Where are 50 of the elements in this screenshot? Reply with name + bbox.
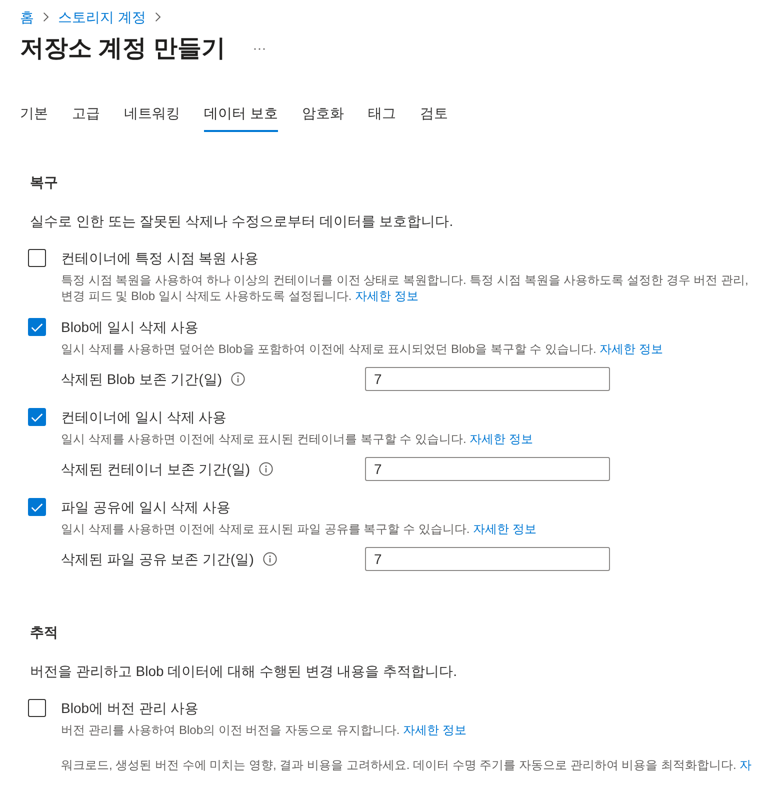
checkbox-label: 컨테이너에 특정 시점 복원 사용 bbox=[61, 249, 260, 268]
option-description: 일시 삭제를 사용하면 덮어쓴 Blob을 포함하여 이전에 삭제로 표시되었던 Blob을 복구할 수 있습니다. 자세한 정보 bbox=[61, 341, 664, 357]
tab[interactable]: 네트워킹 bbox=[124, 96, 180, 132]
option-description: 일시 삭제를 사용하면 이전에 삭제로 표시된 파일 공유를 복구할 수 있습니다. 자세한 정보 bbox=[61, 521, 538, 537]
tab[interactable]: 태그 bbox=[368, 96, 396, 132]
retention-label: 삭제된 Blob 보존 기간(일) bbox=[61, 370, 222, 389]
option-description: 특정 시점 복원을 사용하여 하나 이상의 컨테이너를 이전 상태로 복원합니다. 특정 시점 복원을 사용하도록 설정한 경우 버전 관리, 변경 피드 및 Blob 일시 삭제도 사용하도록 설정됩니다. 자세한 정보 bbox=[61, 272, 750, 304]
page-title: 저장소 계정 만들기 bbox=[20, 34, 226, 64]
checkbox-label: 파일 공유에 일시 삭제 사용 bbox=[61, 498, 232, 517]
section-heading: 복구 bbox=[29, 173, 59, 192]
checkbox[interactable] bbox=[28, 498, 46, 516]
retention-input[interactable]: 7 bbox=[365, 367, 610, 391]
section-description: 실수로 인한 또는 잘못된 삭제나 수정으로부터 데이터를 보호합니다. bbox=[29, 212, 454, 231]
checkbox[interactable] bbox=[28, 249, 46, 267]
tab[interactable]: 데이터 보호 bbox=[204, 96, 278, 132]
checkmark-icon bbox=[31, 322, 43, 332]
retention-label: 삭제된 파일 공유 보존 기간(일) bbox=[61, 550, 254, 569]
tab[interactable]: 기본 bbox=[20, 96, 48, 132]
option-description: 일시 삭제를 사용하면 이전에 삭제로 표시된 컨테이너를 복구할 수 있습니다. 자세한 정보 bbox=[61, 431, 534, 447]
note-link[interactable]: 자 bbox=[740, 758, 752, 772]
checkbox[interactable] bbox=[28, 318, 46, 336]
checkbox[interactable] bbox=[28, 408, 46, 426]
checkbox-label: Blob에 버전 관리 사용 bbox=[61, 699, 200, 718]
chevron-right-icon bbox=[154, 12, 161, 22]
section-description: 버전을 관리하고 Blob 데이터에 대해 수행된 변경 내용을 추적합니다. bbox=[29, 662, 458, 681]
breadcrumb-link[interactable]: 홈 bbox=[20, 8, 34, 26]
learn-more-link[interactable]: 자세한 정보 bbox=[355, 289, 418, 303]
section-heading: 추적 bbox=[29, 623, 59, 642]
checkbox[interactable] bbox=[28, 699, 46, 717]
retention-input[interactable]: 7 bbox=[365, 457, 610, 481]
note-text: 워크로드, 생성된 버전 수에 미치는 영향, 결과 비용을 고려하세요. 데이터 수명 주기를 자동으로 관리하여 비용을 최적화합니다. 자 bbox=[61, 757, 753, 773]
tab[interactable]: 고급 bbox=[72, 96, 100, 132]
info-icon[interactable] bbox=[231, 372, 246, 386]
tab[interactable]: 검토 bbox=[420, 96, 448, 132]
breadcrumb-link[interactable]: 스토리지 계정 bbox=[58, 8, 146, 26]
info-icon[interactable] bbox=[262, 552, 277, 566]
learn-more-link[interactable]: 자세한 정보 bbox=[403, 723, 466, 737]
option-description: 버전 관리를 사용하여 Blob의 이전 버전을 자동으로 유지합니다. 자세한 정보 bbox=[61, 722, 468, 738]
info-icon[interactable] bbox=[259, 462, 273, 476]
learn-more-link[interactable]: 자세한 정보 bbox=[473, 522, 536, 536]
retention-label: 삭제된 컨테이너 보존 기간(일) bbox=[61, 460, 250, 479]
checkmark-icon bbox=[31, 412, 43, 422]
learn-more-link[interactable]: 자세한 정보 bbox=[600, 342, 664, 356]
retention-input[interactable]: 7 bbox=[365, 547, 610, 571]
checkbox-label: Blob에 일시 삭제 사용 bbox=[61, 318, 200, 337]
chevron-right-icon bbox=[43, 12, 49, 22]
checkbox-label: 컨테이너에 일시 삭제 사용 bbox=[61, 408, 228, 427]
checkmark-icon bbox=[31, 502, 43, 512]
learn-more-link[interactable]: 자세한 정보 bbox=[470, 432, 534, 446]
tab[interactable]: 암호화 bbox=[302, 96, 344, 132]
